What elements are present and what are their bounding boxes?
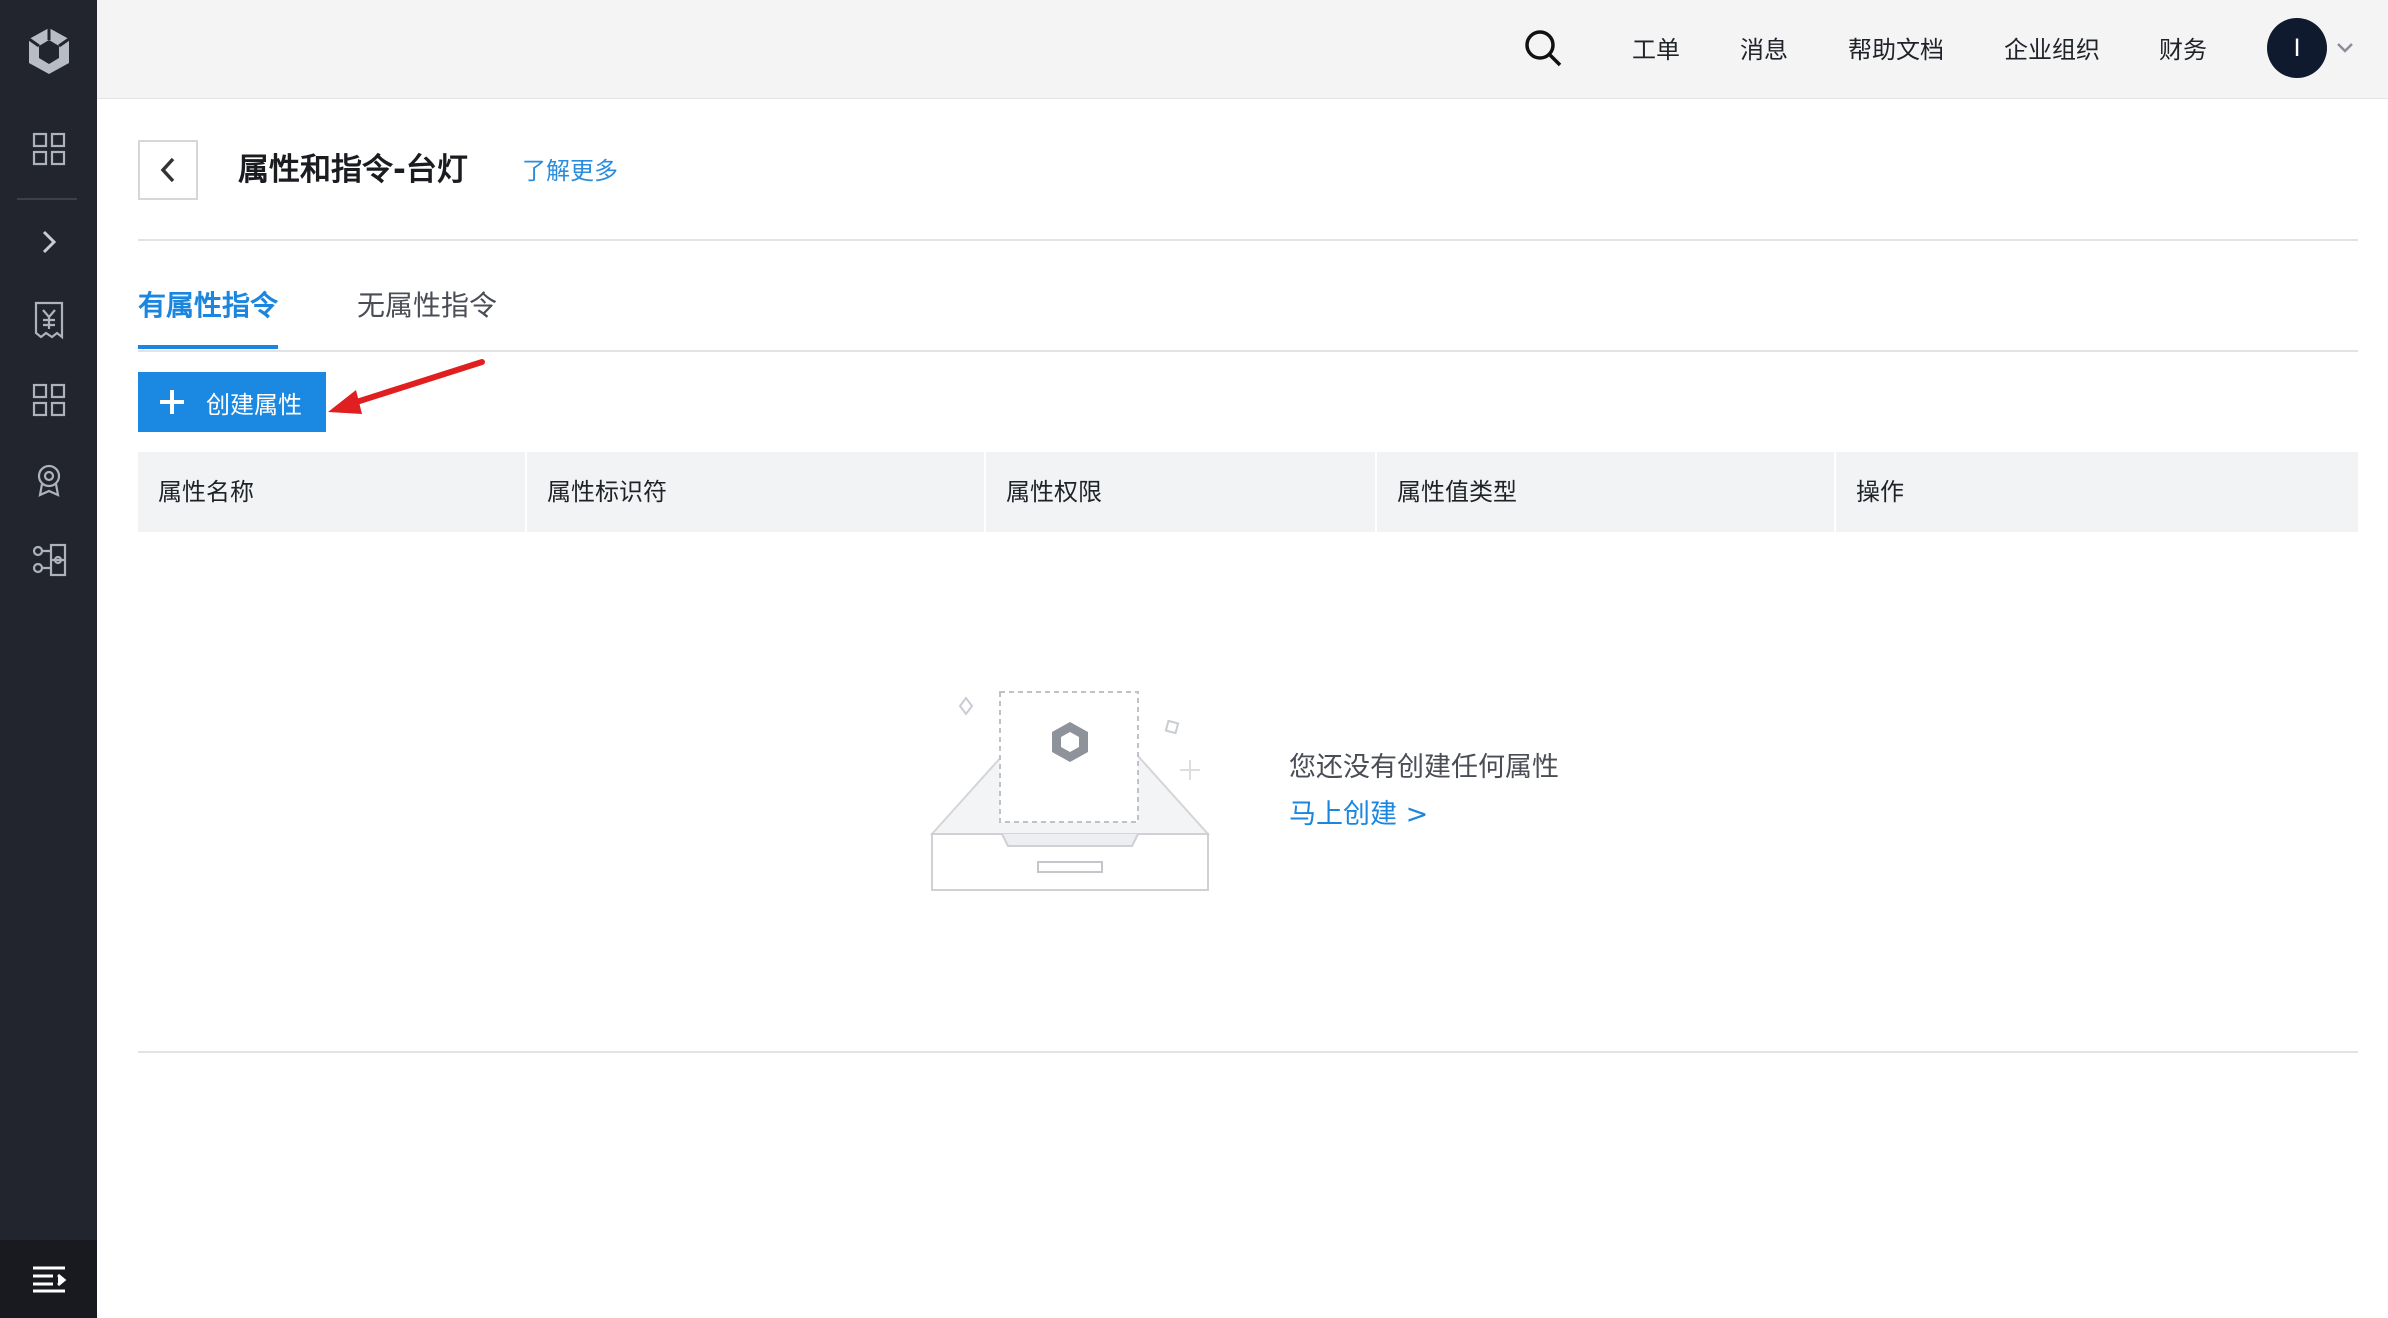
column-header-permission: 属性权限 bbox=[1006, 478, 1102, 506]
page-title: 属性和指令-台灯 bbox=[238, 152, 468, 188]
column-header-actions: 操作 bbox=[1856, 478, 1904, 506]
cube-logo-icon[interactable] bbox=[0, 20, 97, 82]
plus-icon bbox=[160, 390, 184, 414]
table-bottom-divider bbox=[138, 1051, 2358, 1053]
nav-messages[interactable]: 消息 bbox=[1740, 34, 1788, 66]
avatar-letter: I bbox=[2293, 34, 2301, 62]
back-button[interactable] bbox=[138, 140, 198, 200]
column-header-name: 属性名称 bbox=[158, 478, 254, 506]
table-header: 属性名称 属性标识符 属性权限 属性值类型 操作 bbox=[138, 452, 2358, 532]
sidebar-divider bbox=[17, 198, 77, 200]
chevron-left-icon bbox=[160, 157, 175, 183]
nav-help-docs[interactable]: 帮助文档 bbox=[1848, 34, 1944, 66]
chevron-down-icon[interactable] bbox=[2335, 38, 2355, 58]
empty-state-message: 您还没有创建任何属性 bbox=[1289, 752, 1559, 783]
search-icon[interactable] bbox=[1517, 22, 1569, 74]
top-header: 工单 消息 帮助文档 企业组织 财务 I bbox=[97, 0, 2388, 99]
column-header-identifier: 属性标识符 bbox=[547, 478, 667, 506]
chevron-right-icon[interactable] bbox=[0, 212, 97, 272]
nav-organization[interactable]: 企业组织 bbox=[2004, 34, 2100, 66]
grid-icon[interactable] bbox=[0, 119, 97, 179]
create-property-label: 创建属性 bbox=[206, 390, 302, 419]
badge-icon[interactable] bbox=[0, 450, 97, 510]
tab-with-properties[interactable]: 有属性指令 bbox=[138, 288, 278, 324]
network-icon[interactable] bbox=[0, 530, 97, 590]
yuan-receipt-icon[interactable] bbox=[0, 290, 97, 350]
create-now-link[interactable]: 马上创建 > bbox=[1289, 797, 1428, 833]
avatar[interactable]: I bbox=[2267, 18, 2327, 78]
sidebar bbox=[0, 0, 97, 1318]
tab-divider bbox=[138, 350, 2358, 352]
active-tab-indicator bbox=[138, 345, 278, 349]
grid-icon[interactable] bbox=[0, 370, 97, 430]
menu-collapse-icon[interactable] bbox=[0, 1240, 97, 1318]
create-property-button[interactable]: 创建属性 bbox=[138, 372, 326, 432]
column-header-value-type: 属性值类型 bbox=[1397, 478, 1517, 506]
annotation-arrow-icon bbox=[328, 359, 485, 414]
divider bbox=[138, 239, 2358, 241]
empty-inbox-icon bbox=[929, 691, 1211, 891]
tab-without-properties[interactable]: 无属性指令 bbox=[357, 288, 497, 324]
nav-finance[interactable]: 财务 bbox=[2159, 34, 2207, 66]
learn-more-link[interactable]: 了解更多 bbox=[522, 155, 618, 187]
nav-tickets[interactable]: 工单 bbox=[1632, 34, 1680, 66]
